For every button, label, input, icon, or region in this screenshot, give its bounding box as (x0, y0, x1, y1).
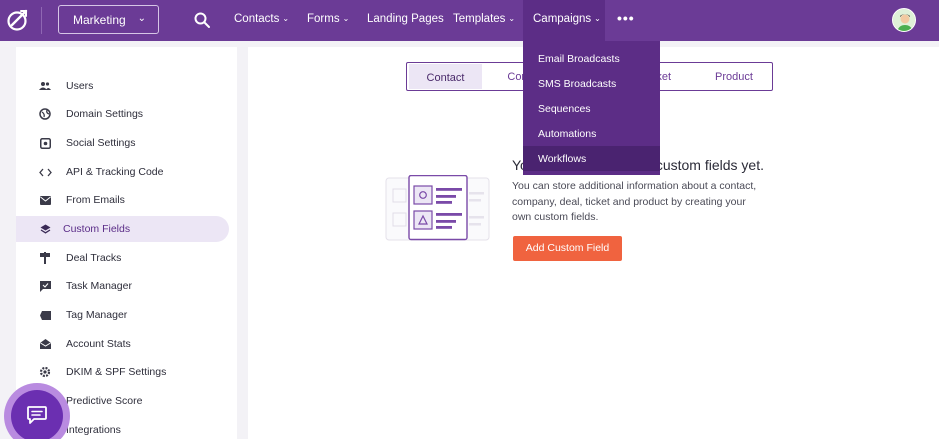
code-icon (38, 165, 52, 179)
nav-forms[interactable]: Forms ⌄ (307, 13, 349, 25)
sidebar-item-label: Predictive Score (66, 395, 143, 407)
nav-templates[interactable]: Templates ⌄ (453, 13, 515, 25)
sidebar-item-label: Domain Settings (66, 108, 144, 120)
envelope-icon (38, 193, 52, 207)
task-icon (38, 279, 52, 293)
tab-contact[interactable]: Contact (409, 64, 482, 89)
sidebar-item-social-settings[interactable]: Social Settings (16, 130, 229, 156)
sidebar-item-label: Deal Tracks (66, 252, 122, 264)
nav-campaigns-label: Campaigns (533, 13, 592, 25)
signpost-icon (38, 251, 52, 265)
menu-item-sequences[interactable]: Sequences (523, 96, 660, 121)
inbox-icon (38, 337, 52, 351)
user-avatar[interactable] (892, 8, 916, 32)
sidebar-item-users[interactable]: Users (16, 73, 229, 99)
workspace-select[interactable]: Marketing ⌄ (58, 5, 159, 34)
chevron-down-icon: ⌄ (342, 14, 350, 23)
avatar-image (893, 9, 915, 31)
sidebar-item-label: Account Stats (66, 338, 131, 350)
globe-icon (38, 107, 52, 121)
menu-item-automations[interactable]: Automations (523, 121, 660, 146)
tab-product[interactable]: Product (700, 63, 768, 90)
chevron-down-icon: ⌄ (137, 13, 146, 24)
nav-templates-label: Templates (453, 13, 506, 25)
sidebar-item-task-manager[interactable]: Task Manager (16, 273, 229, 299)
nav-campaigns[interactable]: Campaigns ⌄ (533, 13, 601, 25)
more-menu-icon[interactable]: ••• (617, 10, 635, 26)
nav-contacts[interactable]: Contacts ⌄ (234, 13, 289, 25)
menu-item-workflows[interactable]: Workflows (523, 146, 660, 171)
sidebar-item-label: Integrations (66, 424, 121, 436)
chevron-down-icon: ⌄ (508, 14, 516, 23)
nav-landing-pages-label: Landing Pages (367, 13, 444, 25)
chat-bubble-icon (27, 406, 47, 424)
sidebar-item-api-tracking-code[interactable]: API & Tracking Code (16, 159, 229, 185)
layers-icon (38, 222, 52, 236)
chevron-down-icon: ⌄ (282, 14, 290, 23)
menu-item-email-broadcasts[interactable]: Email Broadcasts (523, 46, 660, 71)
sidebar-item-label: Custom Fields (63, 223, 131, 235)
top-navbar: Marketing ⌄ Contacts ⌄ Forms ⌄ Landing Pag… (0, 0, 939, 41)
workspace-select-value: Marketing (73, 13, 126, 27)
sidebar-item-tag-manager[interactable]: Tag Manager (16, 302, 229, 328)
empty-title-end: custom fields yet. (655, 157, 764, 173)
logo-divider (41, 7, 42, 34)
sidebar-item-dkim-spf-settings[interactable]: DKIM & SPF Settings (16, 359, 229, 385)
sidebar-item-label: Social Settings (66, 137, 136, 149)
nav-landing-pages[interactable]: Landing Pages (367, 13, 444, 25)
add-custom-field-button[interactable]: Add Custom Field (513, 236, 622, 261)
sidebar-item-label: Users (66, 80, 94, 92)
sidebar-item-from-emails[interactable]: From Emails (16, 187, 229, 213)
sidebar-item-label: Task Manager (66, 280, 132, 292)
sidebar-item-account-stats[interactable]: Account Stats (16, 331, 229, 357)
nav-forms-label: Forms (307, 13, 340, 25)
sidebar-item-custom-fields[interactable]: Custom Fields (16, 216, 229, 242)
empty-state-description: You can store additional information abo… (512, 180, 757, 223)
app-logo-icon[interactable] (6, 8, 30, 32)
sidebar-item-deal-tracks[interactable]: Deal Tracks (16, 245, 229, 271)
menu-item-sms-broadcasts[interactable]: SMS Broadcasts (523, 71, 660, 96)
sidebar-item-label: Tag Manager (66, 309, 128, 321)
nav-contacts-label: Contacts (234, 13, 280, 25)
search-icon[interactable] (193, 11, 211, 29)
gear-icon (38, 365, 52, 379)
tag-icon (38, 308, 52, 322)
sidebar-item-domain-settings[interactable]: Domain Settings (16, 101, 229, 127)
sidebar-item-label: From Emails (66, 194, 125, 206)
share-icon (38, 136, 52, 150)
empty-state-illustration (385, 175, 490, 241)
sidebar-item-label: API & Tracking Code (66, 166, 164, 178)
sidebar-item-label: DKIM & SPF Settings (66, 366, 167, 378)
settings-sidebar: Users Domain Settings Social Settings AP… (16, 47, 237, 439)
campaigns-dropdown-menu: Email Broadcasts SMS Broadcasts Sequence… (523, 41, 660, 175)
chevron-down-icon: ⌄ (594, 14, 601, 23)
users-icon (38, 79, 52, 93)
